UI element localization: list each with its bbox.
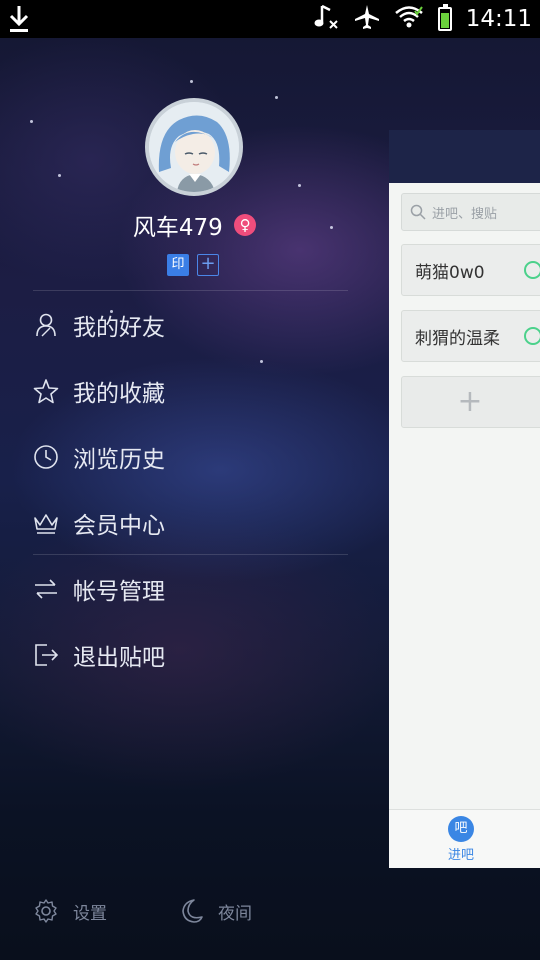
search-input[interactable]: 进吧、搜贴 xyxy=(401,193,540,231)
download-icon xyxy=(8,4,30,38)
divider xyxy=(33,554,348,555)
forum-tab-icon: 吧 xyxy=(448,816,474,842)
gear-icon xyxy=(33,898,59,924)
seal-badge[interactable]: 印 xyxy=(167,254,189,276)
airplane-icon xyxy=(354,4,380,34)
menu-item-logout[interactable]: 退出贴吧 xyxy=(33,630,353,680)
female-gender-icon: ♀ xyxy=(234,214,257,236)
main-content-panel[interactable]: 进吧、搜贴 萌猫0w0 刺猬的温柔 + 吧 进吧 xyxy=(389,130,540,868)
night-mode-button[interactable]: 夜间 xyxy=(178,886,252,936)
clock-time: 14:11 xyxy=(465,6,532,32)
menu-item-membership[interactable]: 会员中心 xyxy=(33,498,353,548)
menu-item-history[interactable]: 浏览历史 xyxy=(33,432,353,482)
menu-item-favorites[interactable]: 我的收藏 xyxy=(33,366,353,416)
menu-item-label: 退出贴吧 xyxy=(73,645,165,671)
username[interactable]: 风车479 xyxy=(133,215,223,241)
forum-card[interactable]: 刺猬的温柔 xyxy=(401,310,540,362)
moon-icon xyxy=(178,898,204,924)
username-row: 风车479 ♀ xyxy=(0,208,389,242)
avatar[interactable] xyxy=(145,98,243,196)
menu-item-label: 我的好友 xyxy=(73,315,165,341)
search-placeholder: 进吧、搜贴 xyxy=(432,206,498,222)
settings-label: 设置 xyxy=(73,903,107,924)
divider xyxy=(33,290,348,291)
tab-jinba[interactable]: 吧 进吧 xyxy=(435,816,487,863)
menu-item-label: 会员中心 xyxy=(73,513,165,539)
menu-item-account[interactable]: 帐号管理 xyxy=(33,564,353,614)
panel-header xyxy=(389,130,540,183)
drawer-bottom-bar: 设置 夜间 xyxy=(0,886,389,936)
add-badge-button[interactable]: + xyxy=(197,254,219,276)
swap-icon xyxy=(33,576,59,602)
status-bar: 14:11 xyxy=(0,0,540,38)
crown-icon xyxy=(33,510,59,536)
music-muted-icon xyxy=(314,3,340,35)
menu-item-friends[interactable]: 我的好友 xyxy=(33,300,353,350)
navigation-drawer: 风车479 ♀ 印 + 我的好友 我的收藏 浏览历史 会员中心 帐号管理 退出贴… xyxy=(0,38,389,960)
forum-name: 刺猬的温柔 xyxy=(415,328,500,349)
bottom-tab-bar: 吧 进吧 xyxy=(389,809,540,868)
star-icon xyxy=(33,378,59,404)
night-label: 夜间 xyxy=(218,903,252,924)
badge-row: 印 + xyxy=(167,254,219,276)
signed-in-indicator-icon xyxy=(524,261,540,279)
search-icon xyxy=(410,204,426,220)
forum-card[interactable]: 萌猫0w0 xyxy=(401,244,540,296)
tab-label: 进吧 xyxy=(447,848,474,863)
wifi-icon xyxy=(394,5,424,33)
signed-in-indicator-icon xyxy=(524,327,540,345)
menu-item-label: 我的收藏 xyxy=(73,381,165,407)
friends-icon xyxy=(33,312,59,338)
forum-name: 萌猫0w0 xyxy=(415,262,485,283)
menu-item-label: 浏览历史 xyxy=(73,447,165,473)
logout-icon xyxy=(33,642,59,668)
menu-item-label: 帐号管理 xyxy=(73,579,165,605)
add-forum-button[interactable]: + xyxy=(401,376,540,428)
clock-icon xyxy=(33,444,59,470)
settings-button[interactable]: 设置 xyxy=(33,886,107,936)
battery-icon xyxy=(437,4,452,31)
